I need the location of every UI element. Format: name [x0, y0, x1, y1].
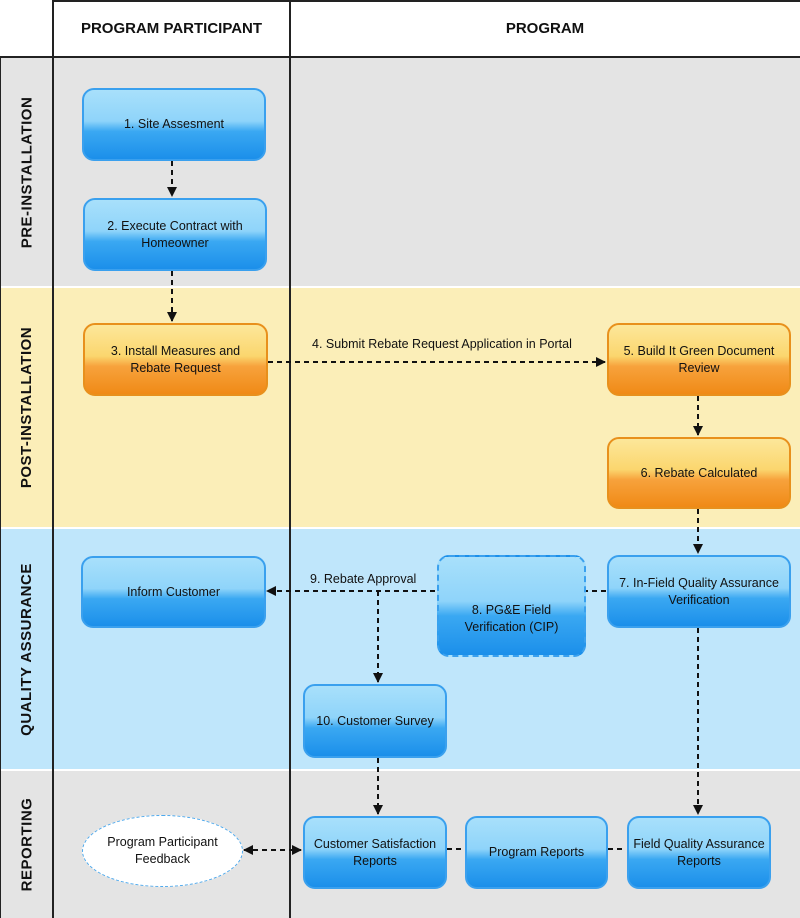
step-5-document-review[interactable]: 5. Build It Green Document Review [607, 323, 791, 396]
step-3-install-measures[interactable]: 3. Install Measures and Rebate Request [83, 323, 268, 396]
program-reports[interactable]: Program Reports [465, 816, 608, 889]
edge-label-4: 4. Submit Rebate Request Application in … [312, 337, 572, 351]
step-8-pge-field-verification[interactable]: 8. PG&E Field Verification (CIP) [437, 555, 586, 657]
customer-satisfaction-reports[interactable]: Customer Satisfaction Reports [303, 816, 447, 889]
step-10-customer-survey[interactable]: 10. Customer Survey [303, 684, 447, 758]
field-qa-reports[interactable]: Field Quality Assurance Reports [627, 816, 771, 889]
step-2-execute-contract[interactable]: 2. Execute Contract with Homeowner [83, 198, 267, 271]
step-1-site-assessment[interactable]: 1. Site Assesment [82, 88, 266, 161]
inform-customer[interactable]: Inform Customer [81, 556, 266, 628]
step-6-rebate-calculated[interactable]: 6. Rebate Calculated [607, 437, 791, 509]
step-7-in-field-qa[interactable]: 7. In-Field Quality Assurance Verificati… [607, 555, 791, 628]
edge-label-9: 9. Rebate Approval [310, 572, 417, 586]
participant-feedback[interactable]: Program Participant Feedback [82, 815, 243, 887]
